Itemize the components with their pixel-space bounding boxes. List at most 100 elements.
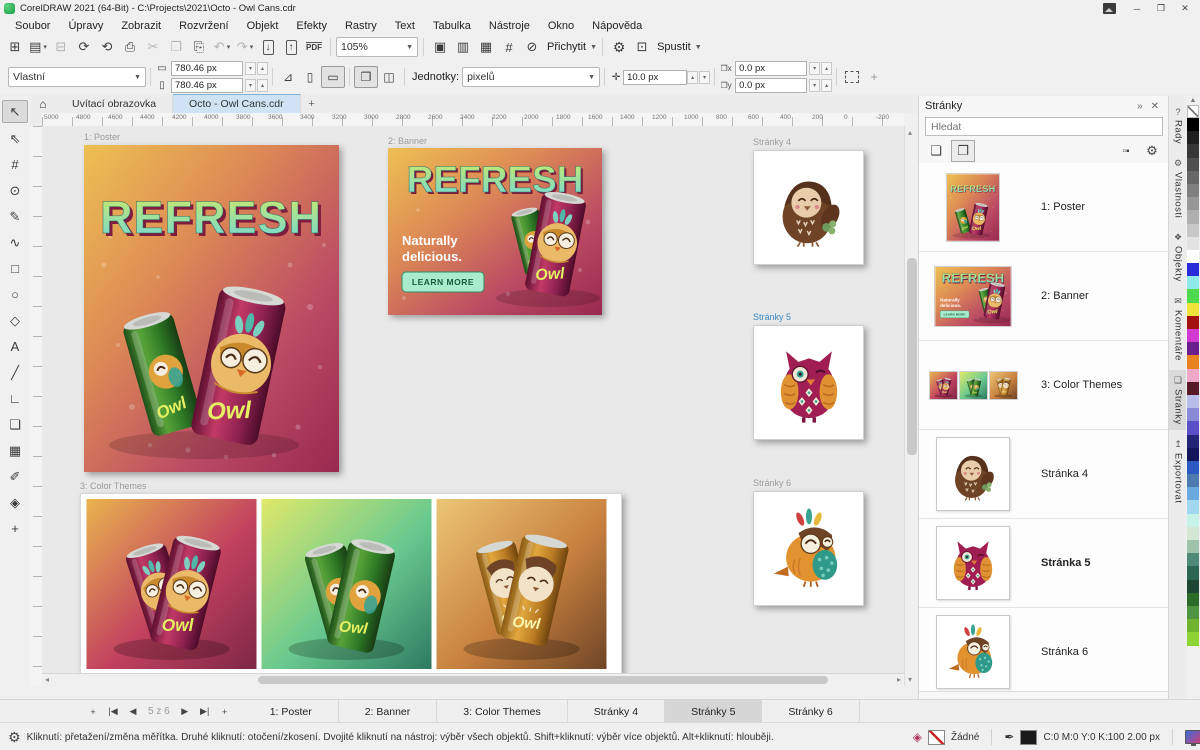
scroll-left-icon[interactable]: ◂ [45,675,49,684]
color-swatch[interactable] [1187,448,1199,461]
page-thumbnail[interactable] [919,372,1027,399]
next-page[interactable]: ▶ [176,703,194,721]
close-button[interactable]: ✕ [1174,2,1196,16]
maximize-button[interactable]: ❐ [1150,2,1172,16]
new-document-tab-button[interactable]: + [301,95,323,113]
menu-item[interactable]: Objekt [238,20,288,32]
first-page[interactable]: |◀ [104,703,122,721]
last-page[interactable]: ▶| [196,703,214,721]
color-swatch[interactable] [1187,566,1199,579]
menu-item[interactable]: Tabulka [424,20,480,32]
ellipse-tool[interactable]: ○ [3,284,27,305]
color-swatch[interactable] [1187,408,1199,421]
interactive-fill-tool[interactable]: ◈ [3,492,27,513]
dup-x-stepper[interactable]: ▾▴ [809,62,832,75]
color-swatch[interactable] [1187,158,1199,171]
color-swatch[interactable] [1187,210,1199,223]
scroll-up-icon[interactable]: ▴ [908,128,912,137]
color-swatch[interactable] [1187,553,1199,566]
color-swatch[interactable] [1187,316,1199,329]
multi-page-view-button[interactable]: ❐ [951,140,975,162]
landscape-button[interactable]: ▭ [321,66,345,88]
import[interactable]: ↓▾ [257,37,279,58]
width-stepper[interactable]: ▾▴ [245,62,268,75]
docker-search[interactable] [925,117,1163,136]
color-swatch[interactable] [1187,514,1199,527]
show-grid[interactable]: ▦ [475,37,497,58]
get-content[interactable]: ⟳▾ [73,37,95,58]
menu-item[interactable]: Soubor [6,20,59,32]
page-width-field[interactable] [171,61,243,76]
scroll-right-icon[interactable]: ▸ [897,675,901,684]
connector-tool[interactable]: ∟ [3,388,27,409]
horizontal-scrollbar[interactable]: ◂ ▸ [42,673,904,686]
redo[interactable]: ↷▾ [234,37,256,58]
color-swatch[interactable] [1187,487,1199,500]
export[interactable]: ↑▾ [280,37,302,58]
print[interactable]: ⎙▾ [119,37,141,58]
color-swatch[interactable] [1187,369,1199,382]
portrait-button[interactable]: ▯ [299,67,321,87]
color-swatch[interactable] [1187,197,1199,210]
save-document[interactable]: ⊟▾ [50,37,72,58]
color-swatch[interactable] [1187,527,1199,540]
page-thumbnail[interactable] [919,174,1027,241]
color-swatch[interactable] [1187,250,1199,263]
freehand-tool[interactable]: ✎ [3,206,27,227]
zoom-level-combo[interactable]: 105%▼ [336,37,418,57]
dup-y-stepper[interactable]: ▾▴ [809,79,832,92]
page-tab[interactable]: 1: Poster [244,700,339,723]
page-list-item[interactable]: 3: Color Themes [919,341,1169,430]
launch-label[interactable]: Spustit [657,41,691,53]
single-page-view-button[interactable]: ❏ [925,141,947,161]
dimension-tool[interactable]: ╱ [3,362,27,383]
color-swatch[interactable] [1187,303,1199,316]
minimize-button[interactable]: ─ [1126,2,1148,16]
undo[interactable]: ↶▾ [211,37,233,58]
page-list-item[interactable]: 1: Poster [919,163,1169,252]
page-tab[interactable]: 3: Color Themes [437,700,567,723]
open-document[interactable]: ▤▾ [27,37,49,58]
drop-shadow-tool[interactable]: ❏ [3,414,27,435]
units-combo[interactable]: pixelů▼ [462,67,600,87]
page-tab[interactable]: Stránky 6 [762,700,859,723]
menu-item[interactable]: Efekty [287,20,336,32]
docker-close-icon[interactable]: ✕ [1147,101,1163,112]
document-tab[interactable]: Octo - Owl Cans.cdr [173,94,301,113]
options-gear-icon[interactable]: ⚙ [608,37,630,58]
color-swatch[interactable] [1187,237,1199,250]
color-swatch[interactable] [1187,580,1199,593]
thumbnail-size-icon[interactable]: ▫▪ [1115,141,1137,161]
duplicate-x-field[interactable] [735,61,807,76]
color-swatch[interactable] [1187,342,1199,355]
no-color-swatch[interactable] [1187,105,1199,118]
page-size-preset-combo[interactable]: Vlastní▼ [8,67,146,87]
page-tab[interactable]: Stránky 5 [665,700,762,723]
menu-item[interactable]: Text [386,20,424,32]
page-list-item[interactable]: Stránka 4 [919,430,1169,519]
fill-swatch[interactable] [928,730,945,745]
page-list-item[interactable]: Stránka 5 [919,519,1169,608]
page-color-themes[interactable] [80,493,622,677]
mesh-fill-tool[interactable]: ▦ [3,440,27,461]
menu-item[interactable]: Nápověda [583,20,651,32]
document-color-settings-icon[interactable] [1185,730,1200,744]
page-tab[interactable]: Stránky 4 [568,700,665,723]
docker-expand-icon[interactable]: » [1133,101,1147,112]
color-swatch[interactable] [1187,276,1199,289]
drawing-canvas[interactable]: 1: Poster 2: Banner 3: Color Themes Strá… [42,126,904,686]
share-content[interactable]: ⟲▾ [96,37,118,58]
show-guidelines[interactable]: # [498,37,520,58]
page-list-item[interactable]: Stránka 6 [919,608,1169,691]
search-input[interactable] [926,121,1162,133]
height-stepper[interactable]: ▾▴ [245,79,268,92]
home-icon[interactable]: ⌂ [30,95,56,113]
show-rulers[interactable]: ▥ [452,37,474,58]
new-document[interactable]: ⊞▾ [4,37,26,58]
page-thumbnail[interactable] [919,437,1027,511]
add-page-end[interactable]: + [216,703,234,721]
snap-label[interactable]: Přichytit [547,41,586,53]
status-gear-icon[interactable]: ⚙ [8,729,21,746]
color-swatch[interactable] [1187,606,1199,619]
docker-tab[interactable]: ❖ Objekty [1169,227,1187,287]
